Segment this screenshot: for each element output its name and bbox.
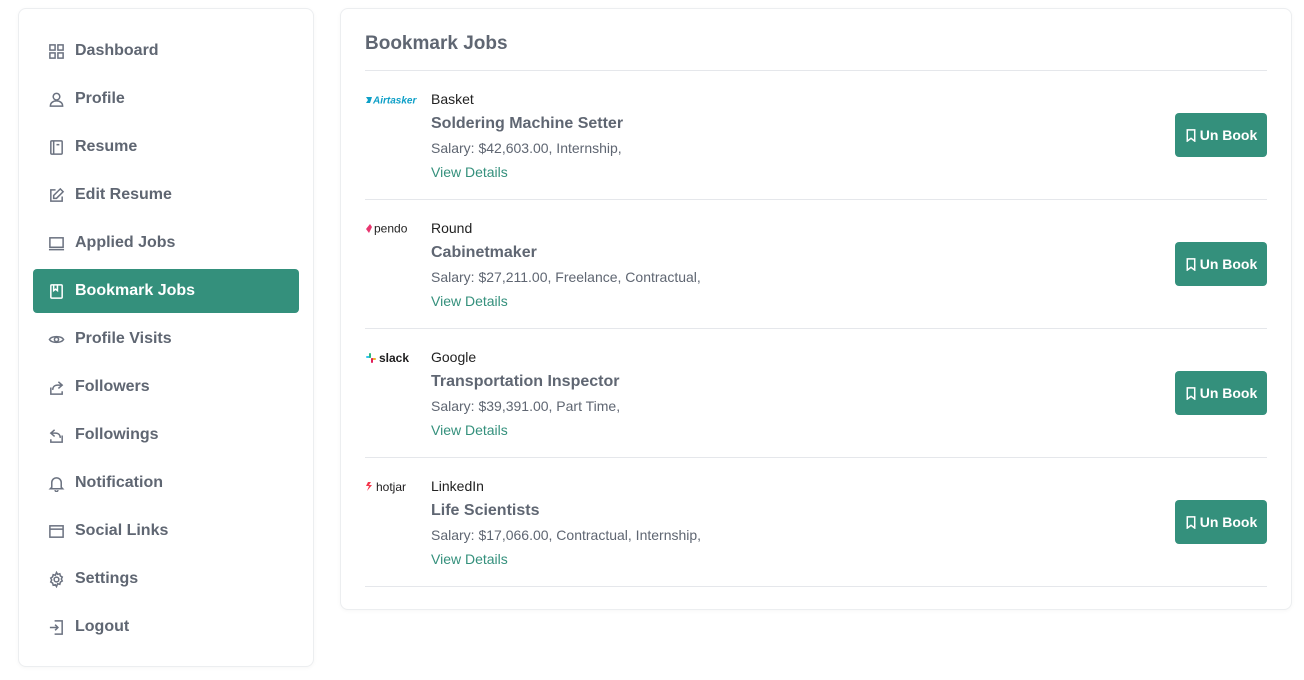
company-name: Basket xyxy=(431,91,474,107)
company-logo-slack: slack xyxy=(365,351,421,365)
job-title[interactable]: Life Scientists xyxy=(431,501,701,521)
job-title[interactable]: Transportation Inspector xyxy=(431,372,620,392)
sidebar-item-profile-visits[interactable]: Profile Visits xyxy=(33,317,299,361)
unbook-label: Un Book xyxy=(1199,385,1258,401)
view-details-link[interactable]: View Details xyxy=(431,420,620,440)
job-salary: Salary: $42,603.00, Internship, xyxy=(431,140,622,156)
job-salary: Salary: $17,066.00, Contractual, Interns… xyxy=(431,527,702,543)
grid-icon xyxy=(47,42,65,60)
sidebar-item-label: Logout xyxy=(75,618,130,635)
company-logo-hotjar: hotjar xyxy=(365,480,421,494)
sidebar-item-label: Social Links xyxy=(75,522,169,539)
bookmark-icon xyxy=(1186,515,1196,529)
job-salary: Salary: $39,391.00, Part Time, xyxy=(431,398,621,414)
user-icon xyxy=(47,90,65,108)
edit-icon xyxy=(47,186,65,204)
unbook-button[interactable]: Un Book xyxy=(1175,371,1267,415)
company-name: Google xyxy=(431,349,477,365)
job-item: hotjar LinkedIn Life Scientists Salary: … xyxy=(365,458,1267,587)
company-logo-airtasker: Airtasker xyxy=(365,93,421,107)
sidebar-item-label: Followings xyxy=(75,426,159,443)
unbook-label: Un Book xyxy=(1199,127,1258,143)
unbook-button[interactable]: Un Book xyxy=(1175,500,1267,544)
gear-icon xyxy=(47,570,65,588)
sidebar-item-label: Edit Resume xyxy=(75,186,172,203)
bookmark-icon xyxy=(1186,386,1196,400)
reply-icon xyxy=(47,426,65,444)
sidebar-item-label: Notification xyxy=(75,474,163,491)
bell-icon xyxy=(47,474,65,492)
document-icon xyxy=(47,138,65,156)
svg-text:pendo: pendo xyxy=(374,222,408,236)
svg-text:slack: slack xyxy=(379,351,409,365)
laptop-icon xyxy=(47,234,65,252)
view-details-link[interactable]: View Details xyxy=(431,162,623,182)
sidebar-item-label: Dashboard xyxy=(75,42,159,59)
job-title[interactable]: Cabinetmaker xyxy=(431,243,701,263)
job-item: slack Google Transportation Inspector Sa… xyxy=(365,329,1267,458)
unbook-label: Un Book xyxy=(1199,514,1258,530)
svg-text:hotjar: hotjar xyxy=(376,480,406,494)
sidebar-item-bookmark-jobs[interactable]: Bookmark Jobs xyxy=(33,269,299,313)
company-logo-pendo: pendo xyxy=(365,222,421,236)
sidebar-item-notification[interactable]: Notification xyxy=(33,461,299,505)
bookmark-jobs-panel: Bookmark Jobs Airtasker Basket Soldering… xyxy=(340,8,1292,610)
slack-logo-icon: slack xyxy=(366,351,409,365)
sidebar-item-applied-jobs[interactable]: Applied Jobs xyxy=(33,221,299,265)
job-title[interactable]: Soldering Machine Setter xyxy=(431,114,623,134)
unbook-button[interactable]: Un Book xyxy=(1175,242,1267,286)
view-details-link[interactable]: View Details xyxy=(431,291,701,311)
sidebar-item-logout[interactable]: Logout xyxy=(33,605,299,649)
sidebar-item-label: Applied Jobs xyxy=(75,234,176,251)
sidebar-item-label: Profile xyxy=(75,90,125,107)
sidebar-item-label: Bookmark Jobs xyxy=(75,282,196,299)
job-salary: Salary: $27,211.00, Freelance, Contractu… xyxy=(431,269,701,285)
svg-text:Airtasker: Airtasker xyxy=(372,96,417,107)
sidebar-item-label: Followers xyxy=(75,378,150,395)
sidebar-item-profile[interactable]: Profile xyxy=(33,77,299,121)
airtasker-logo-icon: Airtasker xyxy=(366,96,417,107)
sidebar: Dashboard Profile Resume Edit Resume App… xyxy=(18,8,314,667)
logout-icon xyxy=(47,618,65,636)
sidebar-item-social-links[interactable]: Social Links xyxy=(33,509,299,553)
share-icon xyxy=(47,378,65,396)
job-item: pendo Round Cabinetmaker Salary: $27,211… xyxy=(365,200,1267,329)
company-name: LinkedIn xyxy=(431,478,484,494)
view-details-link[interactable]: View Details xyxy=(431,549,701,569)
sidebar-item-label: Resume xyxy=(75,138,138,155)
pendo-logo-icon: pendo xyxy=(366,222,408,236)
unbook-button[interactable]: Un Book xyxy=(1175,113,1267,157)
sidebar-item-settings[interactable]: Settings xyxy=(33,557,299,601)
company-name: Round xyxy=(431,220,473,236)
sidebar-item-edit-resume[interactable]: Edit Resume xyxy=(33,173,299,217)
bookmark-icon xyxy=(1186,128,1196,142)
eye-icon xyxy=(47,330,65,348)
sidebar-item-resume[interactable]: Resume xyxy=(33,125,299,169)
hotjar-logo-icon: hotjar xyxy=(366,480,406,494)
sidebar-item-label: Profile Visits xyxy=(75,330,172,347)
sidebar-item-followers[interactable]: Followers xyxy=(33,365,299,409)
bookmark-book-icon xyxy=(47,282,65,300)
sidebar-item-followings[interactable]: Followings xyxy=(33,413,299,457)
job-item: Airtasker Basket Soldering Machine Sette… xyxy=(365,71,1267,200)
page-title: Bookmark Jobs xyxy=(365,9,1267,71)
unbook-label: Un Book xyxy=(1199,256,1258,272)
bookmark-icon xyxy=(1186,257,1196,271)
sidebar-item-dashboard[interactable]: Dashboard xyxy=(33,29,299,73)
browser-icon xyxy=(47,522,65,540)
sidebar-item-label: Settings xyxy=(75,570,139,587)
